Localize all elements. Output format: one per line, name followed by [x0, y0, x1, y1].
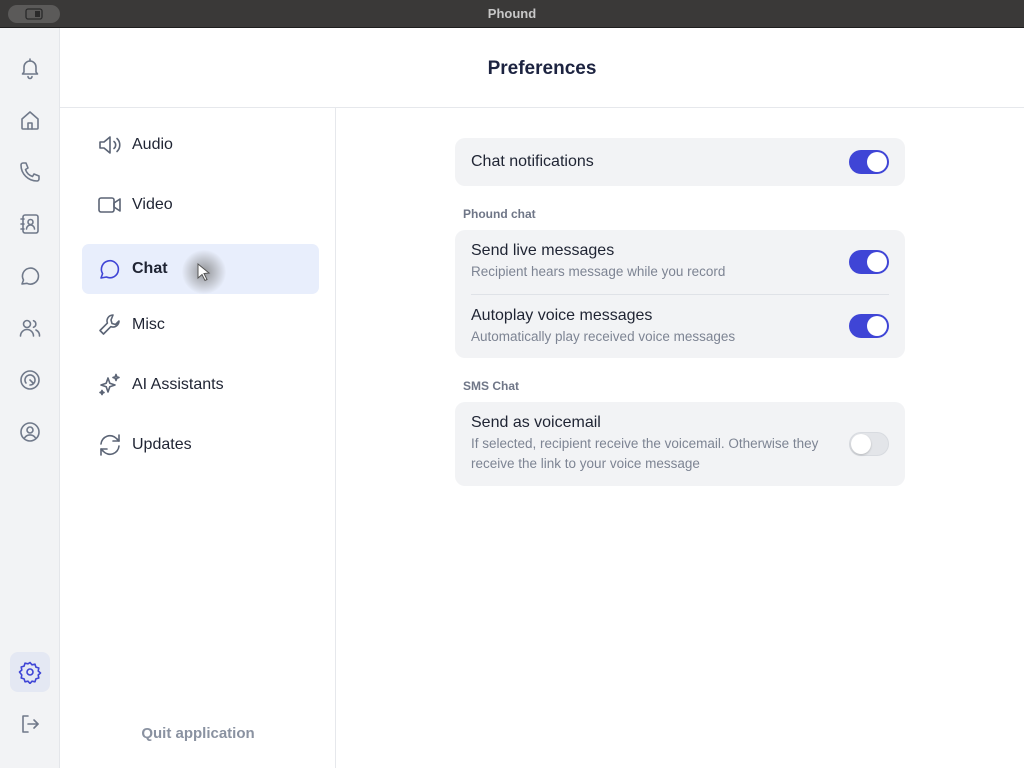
autoplay-voice-messages-toggle[interactable] — [849, 314, 889, 338]
account-icon — [20, 422, 40, 442]
chat-icon — [21, 267, 40, 285]
nav-item-video[interactable]: Video — [82, 180, 319, 230]
nav-item-label: Updates — [132, 436, 192, 453]
send-as-voicemail-toggle[interactable] — [849, 432, 889, 456]
cursor-arrow-icon — [197, 262, 211, 282]
page-header: Preferences — [60, 28, 1024, 108]
send-as-voicemail-title: Send as voicemail — [471, 414, 601, 431]
autoplay-voice-messages-title: Autoplay voice messages — [471, 307, 653, 324]
chat-icon — [100, 260, 120, 279]
rail-notifications-button[interactable] — [10, 48, 50, 88]
nav-item-audio[interactable]: Audio — [82, 120, 319, 170]
title-bar: Phound — [0, 0, 1024, 28]
sms-chat-section-label: SMS Chat — [463, 379, 520, 393]
send-as-voicemail-row: Send as voicemail If selected, recipient… — [455, 402, 905, 474]
gear-icon — [18, 661, 42, 684]
chat-notifications-toggle[interactable] — [849, 150, 889, 174]
rail-account-button[interactable] — [10, 412, 50, 452]
users-icon — [19, 319, 41, 337]
send-live-messages-row: Send live messages Recipient hears messa… — [455, 230, 905, 294]
icon-rail — [0, 28, 60, 768]
rail-contacts-button[interactable] — [10, 204, 50, 244]
rail-calls-button[interactable] — [10, 152, 50, 192]
contacts-icon — [20, 214, 39, 234]
nav-item-ai-assistants[interactable]: AI Assistants — [82, 360, 319, 410]
autoplay-voice-messages-desc: Automatically play received voice messag… — [471, 329, 736, 344]
rail-people-button[interactable] — [10, 308, 50, 348]
brand-icon — [20, 370, 40, 390]
chat-notifications-row: Chat notifications — [455, 138, 905, 171]
nav-item-label: Audio — [132, 136, 173, 153]
preferences-nav: Audio Video Chat Misc AI Assistants Upda… — [60, 108, 336, 768]
logout-icon — [22, 715, 39, 733]
nav-item-updates[interactable]: Updates — [82, 420, 319, 470]
nav-item-label: Chat — [132, 260, 168, 277]
quit-application-button[interactable]: Quit application — [60, 725, 336, 742]
home-icon — [21, 111, 39, 130]
mouse-cursor — [182, 250, 226, 294]
rail-logout-button[interactable] — [10, 704, 50, 744]
page-title: Preferences — [487, 58, 597, 79]
send-live-messages-desc: Recipient hears message while you record — [471, 264, 726, 279]
rail-home-button[interactable] — [10, 100, 50, 140]
phound-chat-section-label: Phound chat — [463, 207, 536, 221]
refresh-icon — [100, 434, 120, 456]
phone-icon — [20, 162, 40, 182]
phound-chat-card: Send live messages Recipient hears messa… — [455, 230, 905, 358]
wrench-icon — [99, 314, 120, 335]
send-live-messages-toggle[interactable] — [849, 250, 889, 274]
send-live-messages-title: Send live messages — [471, 242, 615, 259]
speaker-icon — [99, 136, 121, 154]
chat-settings-panel: Chat notifications Phound chat Send live… — [455, 138, 905, 486]
nav-item-misc[interactable]: Misc — [82, 300, 319, 350]
nav-item-label: Video — [132, 196, 173, 213]
nav-item-label: AI Assistants — [132, 376, 224, 393]
send-as-voicemail-desc: If selected, recipient receive the voice… — [471, 436, 819, 471]
sparkle-icon — [99, 373, 120, 396]
rail-brand-button[interactable] — [10, 360, 50, 400]
rail-settings-button[interactable] — [10, 652, 50, 692]
autoplay-voice-messages-row: Autoplay voice messages Automatically pl… — [455, 295, 905, 358]
chat-notifications-title: Chat notifications — [471, 153, 594, 170]
sms-chat-card: Send as voicemail If selected, recipient… — [455, 402, 905, 486]
bell-icon — [21, 58, 39, 80]
rail-chat-button[interactable] — [10, 256, 50, 296]
nav-item-label: Misc — [132, 316, 165, 333]
chat-notifications-card: Chat notifications — [455, 138, 905, 186]
window-title: Phound — [487, 6, 537, 21]
video-icon — [98, 197, 121, 213]
